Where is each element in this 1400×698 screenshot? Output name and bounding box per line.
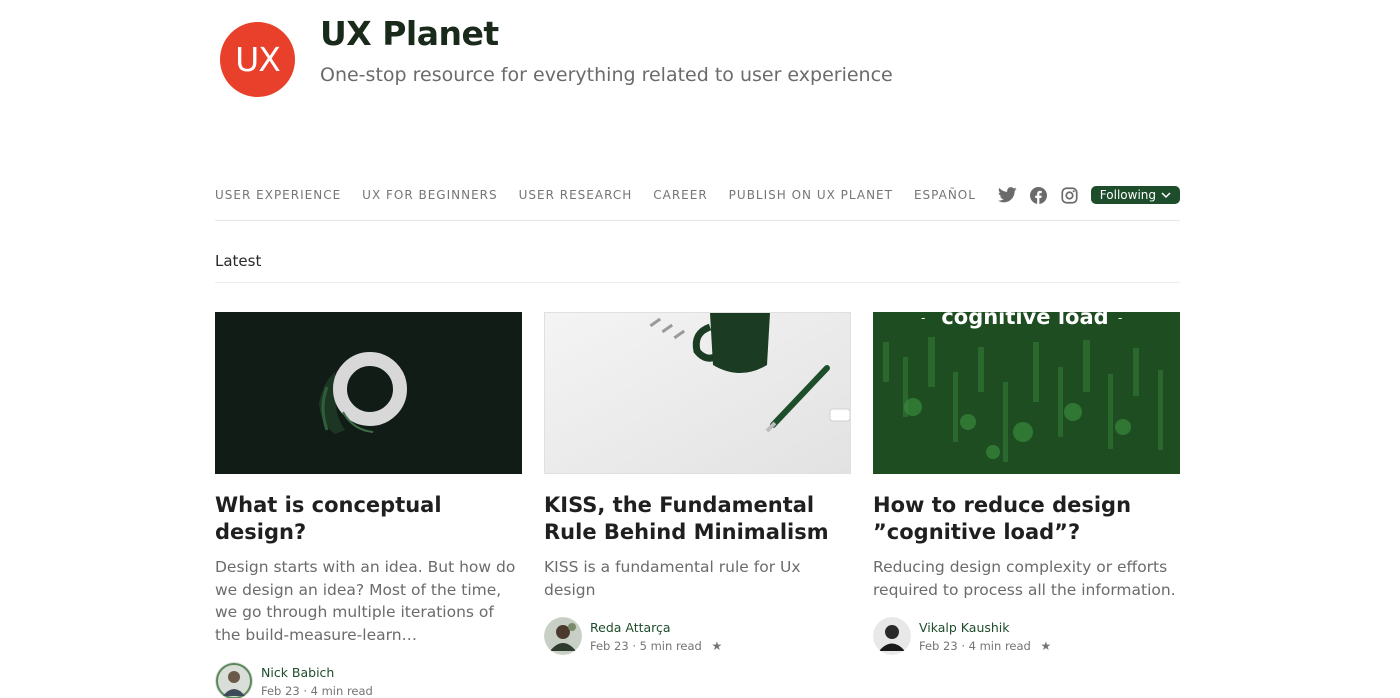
story-title[interactable]: How to reduce design ”cognitive load”? bbox=[873, 492, 1180, 546]
nav-link-publish[interactable]: PUBLISH ON UX PLANET bbox=[729, 186, 893, 202]
story-meta: Feb 23 · 4 min read ★ bbox=[919, 639, 1051, 653]
nav-link-espanol[interactable]: ESPAÑOL bbox=[914, 186, 976, 202]
author-row: Nick Babich Feb 23 · 4 min read bbox=[215, 662, 522, 698]
meta-separator: · bbox=[303, 683, 307, 698]
nav-right: Following bbox=[987, 185, 1180, 205]
read-time: 4 min read bbox=[310, 683, 373, 698]
story-card: cognitive load - - How to reduce design … bbox=[873, 312, 1180, 655]
author-avatar[interactable] bbox=[544, 617, 582, 655]
story-card: KISS, the Fundamental Rule Behind Minima… bbox=[544, 312, 851, 655]
story-card: What is conceptual design? Design starts… bbox=[215, 312, 522, 698]
publication-page: UX UX Planet One-stop resource for every… bbox=[0, 0, 1400, 698]
svg-text:-: - bbox=[1118, 312, 1122, 325]
meta-separator: · bbox=[632, 638, 636, 653]
publication-title[interactable]: UX Planet bbox=[320, 14, 499, 53]
story-image[interactable] bbox=[544, 312, 851, 474]
story-description[interactable]: KISS is a fundamental rule for Ux design bbox=[544, 556, 851, 601]
publication-nav: USER EXPERIENCE UX FOR BEGINNERS USER RE… bbox=[215, 186, 1180, 221]
story-description[interactable]: Reducing design complexity or efforts re… bbox=[873, 556, 1180, 601]
read-time: 5 min read bbox=[639, 638, 702, 653]
following-label: Following bbox=[1099, 188, 1156, 202]
story-meta: Feb 23 · 4 min read bbox=[261, 684, 373, 698]
story-title[interactable]: What is conceptual design? bbox=[215, 492, 522, 546]
story-meta: Feb 23 · 5 min read ★ bbox=[590, 639, 722, 653]
publication-tagline: One-stop resource for everything related… bbox=[320, 64, 893, 86]
section-label-text: Latest bbox=[215, 252, 262, 270]
following-button[interactable]: Following bbox=[1090, 186, 1180, 204]
nav-link-user-experience[interactable]: USER EXPERIENCE bbox=[215, 186, 341, 202]
story-description[interactable]: Design starts with an idea. But how do w… bbox=[215, 556, 522, 646]
author-name[interactable]: Reda Attarça bbox=[590, 620, 722, 635]
story-date: Feb 23 bbox=[590, 638, 629, 653]
story-title[interactable]: KISS, the Fundamental Rule Behind Minima… bbox=[544, 492, 851, 546]
author-avatar[interactable] bbox=[215, 662, 253, 698]
story-image[interactable]: cognitive load - - bbox=[873, 312, 1180, 474]
instagram-icon[interactable] bbox=[1060, 185, 1080, 205]
section-label-latest: Latest bbox=[215, 252, 1180, 283]
svg-text:-: - bbox=[921, 312, 925, 325]
author-row: Vikalp Kaushik Feb 23 · 4 min read ★ bbox=[873, 617, 1180, 655]
story-image[interactable] bbox=[215, 312, 522, 474]
author-name[interactable]: Nick Babich bbox=[261, 665, 373, 680]
nav-link-career[interactable]: CAREER bbox=[653, 186, 707, 202]
facebook-icon[interactable] bbox=[1029, 185, 1049, 205]
image-caption: cognitive load bbox=[941, 312, 1108, 329]
nav-links: USER EXPERIENCE UX FOR BEGINNERS USER RE… bbox=[215, 186, 997, 202]
read-time: 4 min read bbox=[968, 638, 1031, 653]
member-star-icon: ★ bbox=[711, 638, 723, 653]
author-name[interactable]: Vikalp Kaushik bbox=[919, 620, 1051, 635]
author-info: Nick Babich Feb 23 · 4 min read bbox=[261, 665, 373, 698]
nav-link-ux-for-beginners[interactable]: UX FOR BEGINNERS bbox=[362, 186, 497, 202]
author-row: Reda Attarça Feb 23 · 5 min read ★ bbox=[544, 617, 851, 655]
member-star-icon: ★ bbox=[1040, 638, 1052, 653]
logo-text: UX bbox=[235, 40, 281, 79]
meta-separator: · bbox=[961, 638, 965, 653]
publication-logo[interactable]: UX bbox=[220, 22, 295, 97]
nav-link-user-research[interactable]: USER RESEARCH bbox=[519, 186, 633, 202]
chevron-down-icon bbox=[1161, 187, 1171, 203]
author-info: Vikalp Kaushik Feb 23 · 4 min read ★ bbox=[919, 620, 1051, 653]
story-date: Feb 23 bbox=[919, 638, 958, 653]
author-info: Reda Attarça Feb 23 · 5 min read ★ bbox=[590, 620, 722, 653]
story-date: Feb 23 bbox=[261, 683, 300, 698]
twitter-icon[interactable] bbox=[998, 185, 1018, 205]
author-avatar[interactable] bbox=[873, 617, 911, 655]
